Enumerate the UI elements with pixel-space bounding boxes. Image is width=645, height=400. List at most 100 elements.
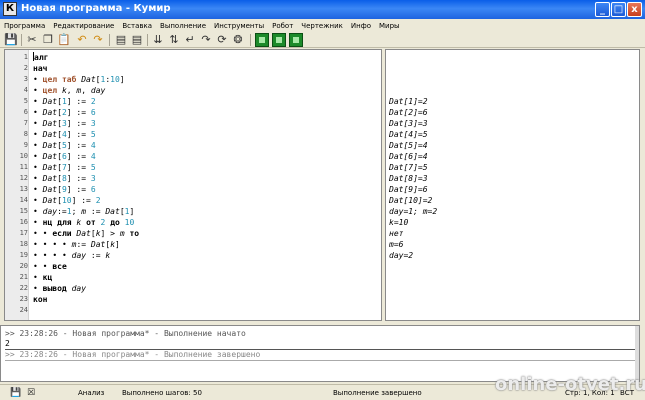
output-line: Dat[2]=6 [389,108,428,117]
code-line: 24 [5,305,381,316]
cut-icon[interactable]: ✂ [25,33,39,47]
output-line: Dat[6]=4 [389,152,428,161]
redo-icon[interactable]: ↷ [91,33,105,47]
menu-edit[interactable]: Редактирование [53,22,114,30]
line-number: 3 [23,75,28,83]
code-text: • • • • day := k [33,251,111,260]
save-icon[interactable]: 💾 [4,33,18,47]
menu-insert[interactable]: Вставка [122,22,152,30]
menu-robot[interactable]: Робот [272,22,293,30]
console-line: >> 23:28:26 - Новая программа* - Выполне… [5,329,246,338]
output-line: k=10 [389,218,409,227]
run-icon[interactable]: ⟳ [215,33,229,47]
code-line: 2 нач [5,63,381,74]
output-line: Dat[3]=3 [389,119,428,128]
output-line: Dat[10]=2 [389,196,433,205]
code-text: • цел k, m, day [33,86,106,95]
code-line: 5 • Dat[1] := 2 [5,96,381,107]
close-button[interactable]: x [627,2,642,17]
line-number: 18 [19,240,28,248]
output-line: Dat[7]=5 [389,163,428,172]
step-over-icon[interactable]: ⇅ [167,33,181,47]
code-text: • • • • m:= Dat[k] [33,240,120,249]
line-number: 23 [19,295,28,303]
line-number: 19 [19,251,28,259]
console-scrollbar[interactable] [635,326,639,381]
code-text: алг [33,52,48,63]
menu-info[interactable]: Инфо [351,22,371,30]
line-number: 6 [23,108,28,116]
grid-icon[interactable] [272,33,286,47]
title-bar: К Новая программа - Кумир _ □ x [0,0,645,19]
code-text: • Dat[5] := 4 [33,141,96,150]
output-line: day=1; m=2 [389,207,438,216]
line-number: 22 [19,284,28,292]
minimize-button[interactable]: _ [595,2,610,17]
output-line: нет [389,229,404,238]
line-number: 15 [19,207,28,215]
code-line: 23 кон [5,294,381,305]
line-number: 11 [19,163,28,171]
output-line: Dat[9]=6 [389,185,428,194]
line-number: 4 [23,86,28,94]
line-number: 17 [19,229,28,237]
code-text: • нц для k от 2 до 10 [33,218,135,227]
code-text: • цел таб Dat[1:10] [33,75,125,84]
code-line: 13 • Dat[9] := 6 [5,184,381,195]
line-number: 1 [23,53,28,61]
line-number: 9 [23,141,28,149]
copy-icon[interactable]: ❐ [41,33,55,47]
console-line: >> 23:28:26 - Новая программа* - Выполне… [5,350,261,359]
robot-icon[interactable] [255,33,269,47]
code-text: • Dat[10] := 2 [33,196,101,205]
save-status-icon[interactable]: 💾 [10,388,21,398]
code-text: • Dat[4] := 5 [33,130,96,139]
toolbar-separator [250,34,251,46]
close-status-icon[interactable]: ☒ [26,388,36,398]
code-line: 7 • Dat[3] := 3 [5,118,381,129]
line-number: 5 [23,97,28,105]
line-number: 2 [23,64,28,72]
paste-icon[interactable]: 📋 [57,33,71,47]
line-number: 24 [19,306,28,314]
step-icon[interactable]: ⇊ [151,33,165,47]
status-state: Выполнение завершено [333,389,422,397]
line-number: 10 [19,152,28,160]
output-line: Dat[8]=3 [389,174,428,183]
code-line: 19 • • • • day := k [5,250,381,261]
code-text: • Dat[9] := 6 [33,185,96,194]
code-text: • Dat[2] := 6 [33,108,96,117]
menu-run[interactable]: Выполнение [160,22,206,30]
line-number: 12 [19,174,28,182]
menu-tools[interactable]: Инструменты [214,22,264,30]
code-text: • кц [33,273,53,282]
code-line: 6 • Dat[2] := 6 [5,107,381,118]
code-text: • • все [33,262,67,271]
status-steps: Выполнено шагов: 50 [122,389,202,397]
code-line: 11 • Dat[7] := 5 [5,162,381,173]
line-number: 13 [19,185,28,193]
code-text: • • если Dat[k] > m то [33,229,140,238]
outdent-icon[interactable]: ▤ [130,33,144,47]
drawer-icon[interactable] [289,33,303,47]
menu-program[interactable]: Программа [4,22,45,30]
code-editor[interactable]: 1 алг 2 нач 3 • цел таб Dat[1:10] 4 • це… [4,49,382,321]
line-number: 7 [23,119,28,127]
step-out-icon[interactable]: ↷ [199,33,213,47]
undo-icon[interactable]: ↶ [75,33,89,47]
line-number: 21 [19,273,28,281]
step-into-icon[interactable]: ↵ [183,33,197,47]
code-line: 16 • нц для k от 2 до 10 [5,217,381,228]
code-text: • Dat[7] := 5 [33,163,96,172]
menu-worlds[interactable]: Миры [379,22,400,30]
stop-icon[interactable]: ❂ [231,33,245,47]
code-text: • Dat[6] := 4 [33,152,96,161]
code-line: 4 • цел k, m, day [5,85,381,96]
maximize-button[interactable]: □ [611,2,626,17]
code-line: 20 • • все [5,261,381,272]
margin-output-pane: Dat[1]=2 Dat[2]=6 Dat[3]=3 Dat[4]=5 Dat[… [385,49,640,321]
code-line: 17 • • если Dat[k] > m то [5,228,381,239]
status-mode: Анализ [78,389,105,397]
menu-drawer[interactable]: Чертежник [301,22,343,30]
indent-icon[interactable]: ▤ [114,33,128,47]
